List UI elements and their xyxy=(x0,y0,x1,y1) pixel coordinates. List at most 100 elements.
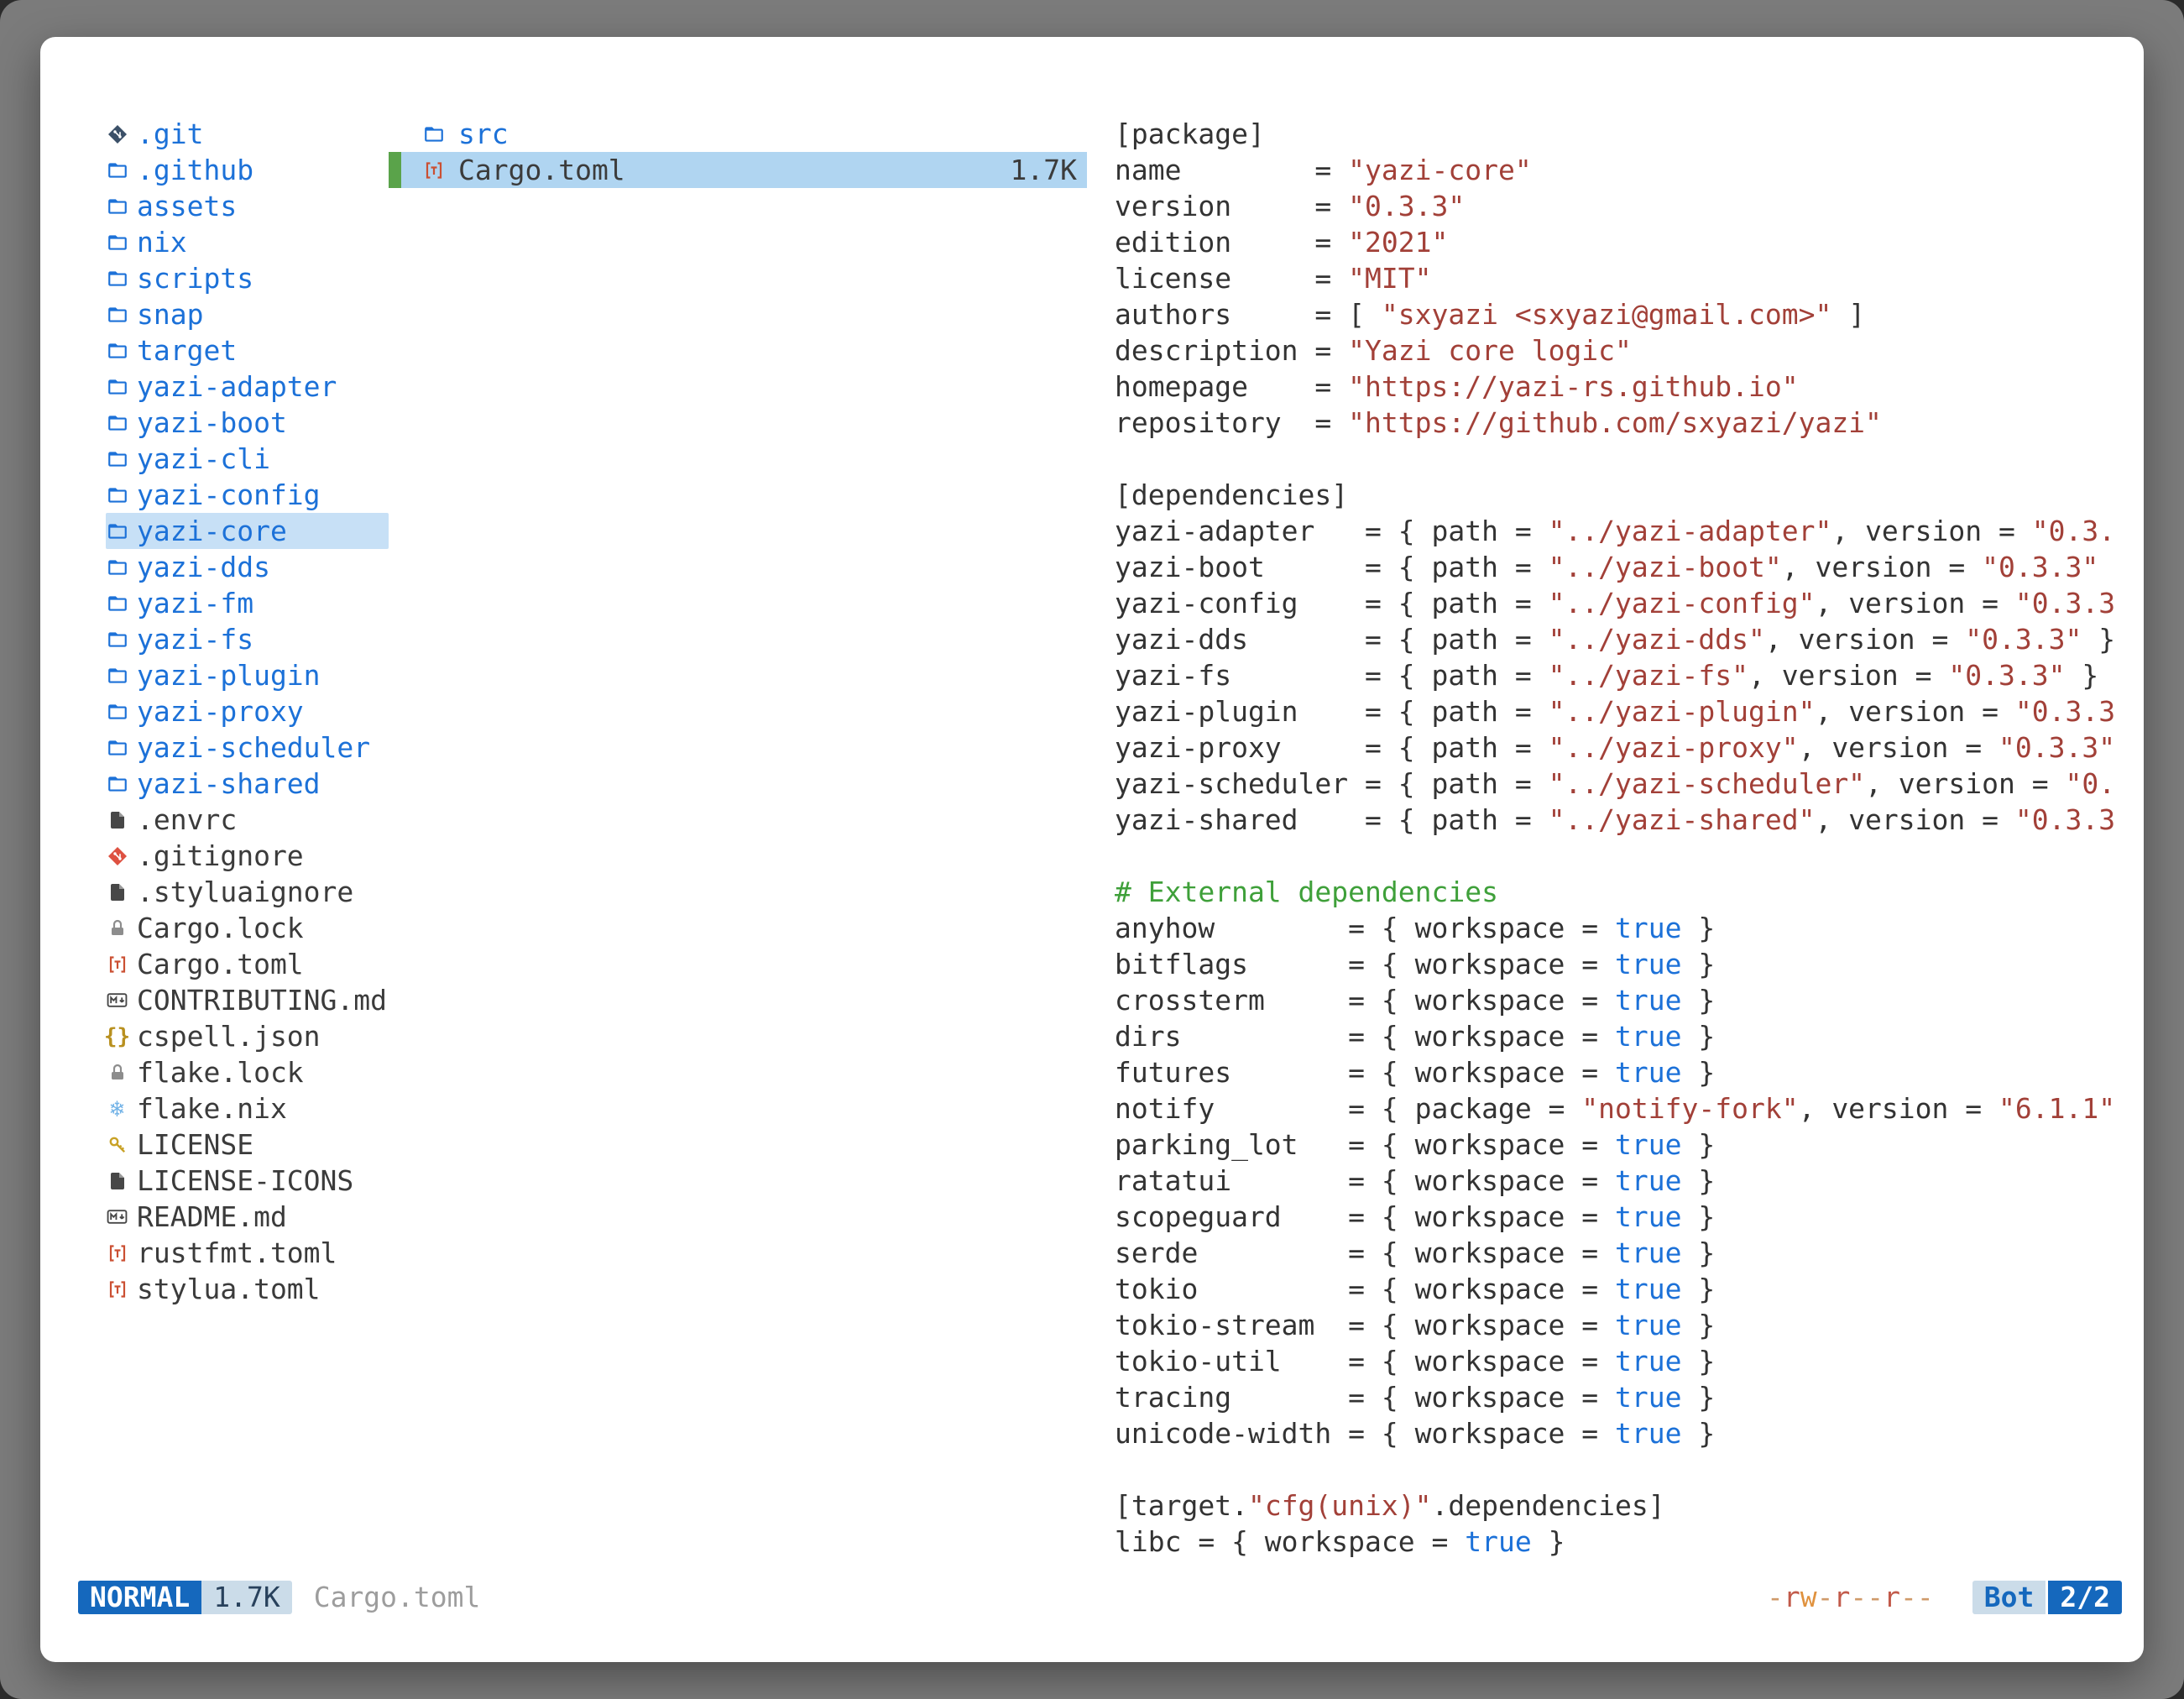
file-row[interactable]: .envrc xyxy=(106,802,389,838)
dir-row[interactable]: yazi-dds xyxy=(106,549,389,585)
dir-row[interactable]: snap xyxy=(106,296,389,332)
git-ignore-icon xyxy=(106,844,128,867)
item-name: yazi-fs xyxy=(137,623,253,656)
dir-row[interactable]: yazi-fm xyxy=(106,585,389,621)
item-name: cspell.json xyxy=(137,1020,321,1053)
mode-badge: NORMAL xyxy=(78,1581,201,1614)
folder-icon xyxy=(106,303,128,326)
toml-icon xyxy=(422,159,445,181)
preview-line: repository = "https://github.com/sxyazi/… xyxy=(1115,405,2115,441)
lock-icon xyxy=(106,917,128,939)
dir-row[interactable]: target xyxy=(106,332,389,369)
file-row[interactable]: stylua.toml xyxy=(106,1271,389,1307)
item-name: .github xyxy=(137,154,253,186)
dir-row[interactable]: yazi-boot xyxy=(106,405,389,441)
preview-line: tokio = { workspace = true } xyxy=(1115,1271,2115,1307)
hovered-item-marker xyxy=(389,152,401,188)
preview-line: dirs = { workspace = true } xyxy=(1115,1018,2115,1054)
dir-row[interactable]: yazi-adapter xyxy=(106,369,389,405)
dir-row[interactable]: yazi-proxy xyxy=(106,693,389,729)
preview-line: tokio-stream = { workspace = true } xyxy=(1115,1307,2115,1343)
folder-icon xyxy=(106,736,128,759)
json-icon: {} xyxy=(106,1025,128,1048)
dir-row[interactable]: yazi-scheduler xyxy=(106,729,389,766)
file-row[interactable]: CONTRIBUTING.md xyxy=(106,982,389,1018)
file-row[interactable]: Cargo.lock xyxy=(106,910,389,946)
preview-line: version = "0.3.3" xyxy=(1115,188,2115,224)
folder-icon xyxy=(106,375,128,398)
preview-line: tracing = { workspace = true } xyxy=(1115,1379,2115,1415)
lock-icon xyxy=(106,1061,128,1084)
folder-icon xyxy=(106,339,128,362)
preview-line: edition = "2021" xyxy=(1115,224,2115,260)
item-name: nix xyxy=(137,226,187,259)
file-row[interactable]: LICENSE xyxy=(106,1127,389,1163)
preview-line xyxy=(1115,441,2115,477)
preview-line: license = "MIT" xyxy=(1115,260,2115,296)
dir-row[interactable]: yazi-core xyxy=(106,513,389,549)
preview-line xyxy=(1115,838,2115,874)
dir-row[interactable]: yazi-cli xyxy=(106,441,389,477)
folder-icon xyxy=(106,195,128,217)
status-right: -rw-r--r-- Bot 2/2 xyxy=(1767,1581,2122,1614)
preview-line: libc = { workspace = true } xyxy=(1115,1524,2115,1560)
item-name: flake.lock xyxy=(137,1056,304,1089)
file-size-badge: 1.7K xyxy=(201,1581,291,1614)
item-name: stylua.toml xyxy=(137,1273,321,1305)
dir-row[interactable]: scripts xyxy=(106,260,389,296)
folder-icon xyxy=(106,484,128,506)
preview-line: bitflags = { workspace = true } xyxy=(1115,946,2115,982)
preview-line: [dependencies] xyxy=(1115,477,2115,513)
preview-pane: [package]name = "yazi-core"version = "0.… xyxy=(1115,116,2115,1560)
file-row[interactable]: .styluaignore xyxy=(106,874,389,910)
folder-icon xyxy=(106,556,128,578)
preview-line: yazi-shared = { path = "../yazi-shared",… xyxy=(1115,802,2115,838)
preview-line: # External dependencies xyxy=(1115,874,2115,910)
file-icon xyxy=(106,881,128,903)
file-row[interactable]: .gitignore xyxy=(106,838,389,874)
dir-row[interactable]: src xyxy=(389,116,1087,152)
dir-row[interactable]: yazi-fs xyxy=(106,621,389,657)
nix-icon: ❄ xyxy=(106,1097,128,1120)
folder-icon xyxy=(106,664,128,687)
folder-icon xyxy=(106,628,128,651)
preview-line: notify = { package = "notify-fork", vers… xyxy=(1115,1090,2115,1127)
file-row[interactable]: flake.lock xyxy=(106,1054,389,1090)
dir-row[interactable]: yazi-config xyxy=(106,477,389,513)
preview-line: name = "yazi-core" xyxy=(1115,152,2115,188)
dir-row[interactable]: .github xyxy=(106,152,389,188)
file-row[interactable]: Cargo.toml1.7K xyxy=(389,152,1087,188)
toml-icon xyxy=(106,953,128,975)
git-icon xyxy=(106,123,128,145)
current-pane: srcCargo.toml1.7K xyxy=(389,116,1087,188)
file-row[interactable]: README.md xyxy=(106,1199,389,1235)
dir-row[interactable]: nix xyxy=(106,224,389,260)
file-row[interactable]: rustfmt.toml xyxy=(106,1235,389,1271)
status-bar: NORMAL 1.7K Cargo.toml -rw-r--r-- Bot 2/… xyxy=(78,1579,2122,1615)
item-name: yazi-cli xyxy=(137,442,270,475)
dir-row[interactable]: assets xyxy=(106,188,389,224)
folder-open-icon xyxy=(422,123,445,145)
file-row[interactable]: {} cspell.json xyxy=(106,1018,389,1054)
file-permissions: -rw-r--r-- xyxy=(1767,1581,1934,1613)
markdown-icon xyxy=(106,1205,128,1228)
preview-line: [package] xyxy=(1115,116,2115,152)
dir-row[interactable]: yazi-plugin xyxy=(106,657,389,693)
file-row[interactable]: LICENSE-ICONS xyxy=(106,1163,389,1199)
scroll-position-badge: Bot xyxy=(1972,1581,2046,1614)
file-row[interactable]: ❄ flake.nix xyxy=(106,1090,389,1127)
dir-row[interactable]: yazi-shared xyxy=(106,766,389,802)
folder-icon xyxy=(106,520,128,542)
file-row[interactable]: Cargo.toml xyxy=(106,946,389,982)
preview-line: crossterm = { workspace = true } xyxy=(1115,982,2115,1018)
item-name: Cargo.toml xyxy=(458,154,625,186)
dir-row[interactable]: .git xyxy=(106,116,389,152)
item-name: src xyxy=(458,118,509,150)
item-name: yazi-core xyxy=(137,515,287,547)
item-name: yazi-scheduler xyxy=(137,731,370,764)
item-name: rustfmt.toml xyxy=(137,1236,337,1269)
item-name: flake.nix xyxy=(137,1092,287,1125)
item-name: yazi-fm xyxy=(137,587,253,619)
item-name: LICENSE xyxy=(137,1128,253,1161)
preview-line: yazi-boot = { path = "../yazi-boot", ver… xyxy=(1115,549,2115,585)
